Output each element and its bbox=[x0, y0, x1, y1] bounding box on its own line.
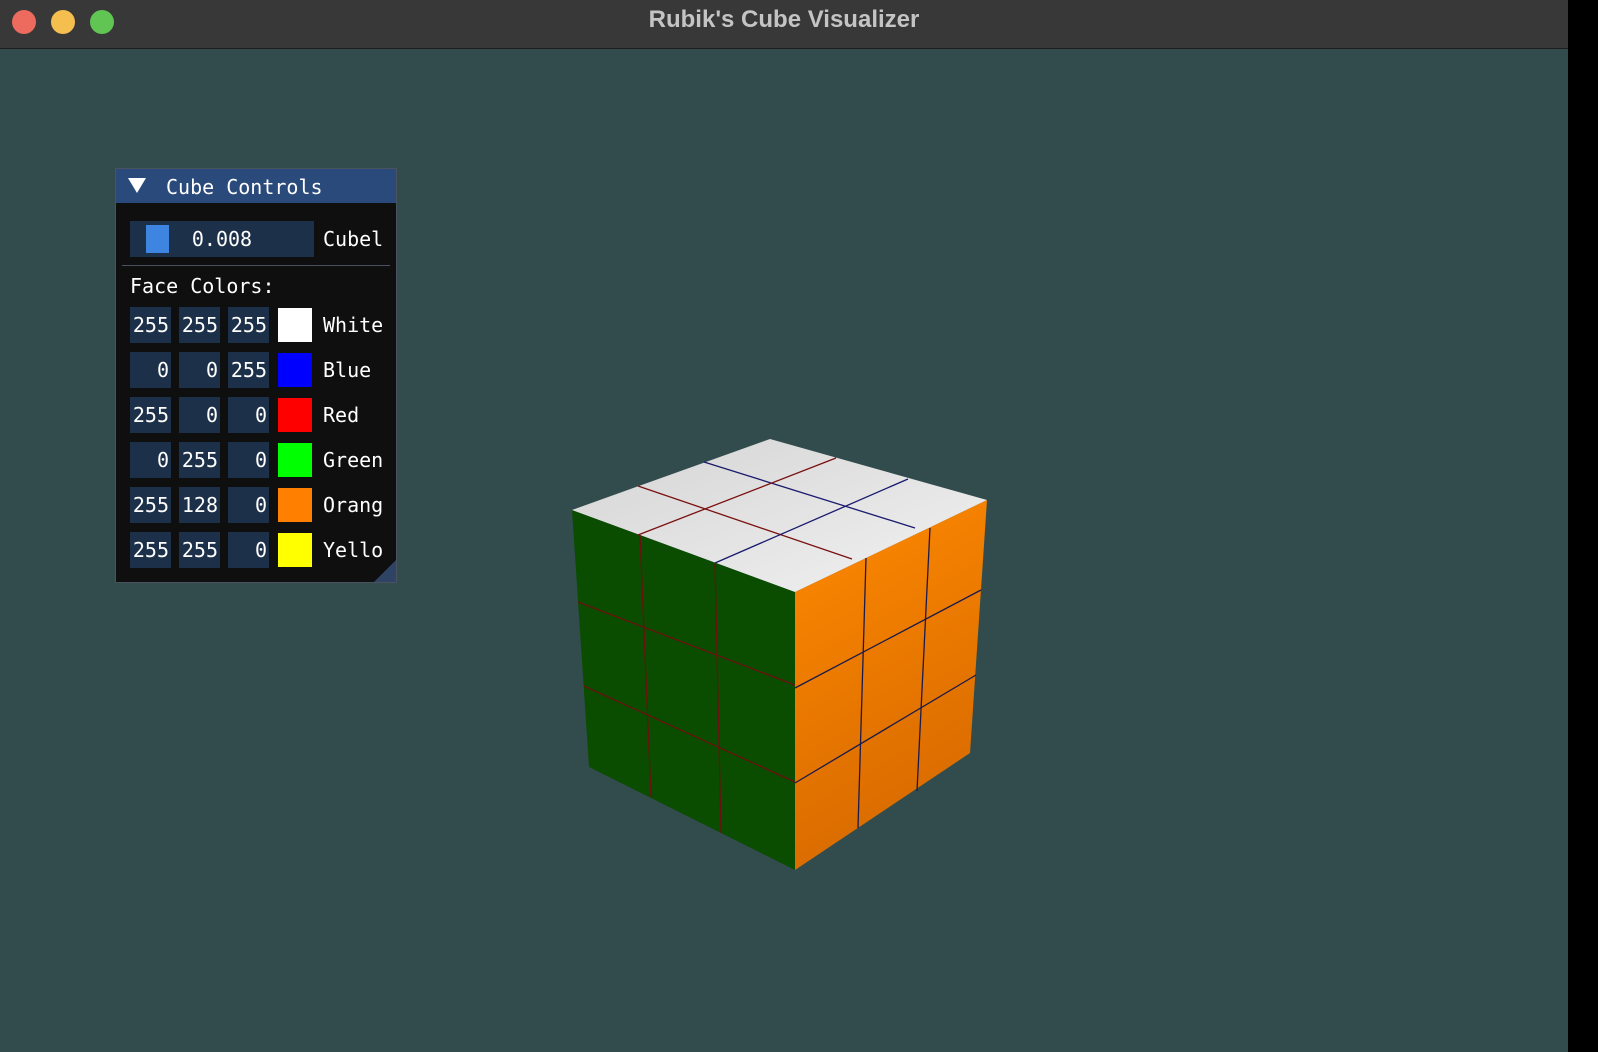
r-input[interactable]: 0 bbox=[130, 442, 171, 478]
resize-grip-icon[interactable] bbox=[374, 560, 396, 582]
r-input[interactable]: 255 bbox=[130, 307, 171, 343]
g-input[interactable]: 0 bbox=[179, 352, 220, 388]
r-input[interactable]: 255 bbox=[130, 532, 171, 568]
g-input[interactable]: 255 bbox=[179, 307, 220, 343]
panel-header[interactable]: Cube Controls bbox=[116, 169, 396, 203]
cube-controls-panel: Cube Controls 0.008 Cubel Face Colors: 2… bbox=[115, 168, 397, 583]
b-input[interactable]: 0 bbox=[228, 532, 269, 568]
app-window: Rubik's Cube Visualizer Cube Controls 0.… bbox=[0, 0, 1568, 1052]
color-swatch[interactable] bbox=[278, 443, 312, 477]
panel-title: Cube Controls bbox=[166, 175, 323, 199]
b-input[interactable]: 0 bbox=[228, 397, 269, 433]
color-name: Red bbox=[323, 403, 360, 427]
color-name: Green bbox=[323, 448, 384, 472]
slider-value: 0.008 bbox=[191, 227, 253, 251]
separator bbox=[122, 265, 390, 266]
g-input[interactable]: 255 bbox=[179, 532, 220, 568]
3d-viewport[interactable]: Cube Controls 0.008 Cubel Face Colors: 2… bbox=[0, 49, 1568, 1052]
g-input[interactable]: 128 bbox=[179, 487, 220, 523]
color-row-blue: 0 0 255 Blue bbox=[130, 352, 400, 388]
color-name: White bbox=[323, 313, 384, 337]
g-input[interactable]: 0 bbox=[179, 397, 220, 433]
color-swatch[interactable] bbox=[278, 398, 312, 432]
window-title: Rubik's Cube Visualizer bbox=[648, 6, 920, 33]
color-swatch[interactable] bbox=[278, 533, 312, 567]
r-input[interactable]: 255 bbox=[130, 487, 171, 523]
color-swatch[interactable] bbox=[278, 488, 312, 522]
title-bar: Rubik's Cube Visualizer bbox=[0, 0, 1568, 49]
color-row-yellow: 255 255 0 Yello bbox=[130, 532, 400, 568]
face-colors-heading: Face Colors: bbox=[130, 274, 275, 298]
slider-label: Cubel bbox=[323, 227, 384, 251]
b-input[interactable]: 255 bbox=[228, 352, 269, 388]
color-row-green: 0 255 0 Green bbox=[130, 442, 400, 478]
color-name: Orang bbox=[323, 493, 384, 517]
g-input[interactable]: 255 bbox=[179, 442, 220, 478]
b-input[interactable]: 0 bbox=[228, 442, 269, 478]
cubelet-gap-slider[interactable]: 0.008 bbox=[130, 221, 314, 257]
color-name: Blue bbox=[323, 358, 372, 382]
color-swatch[interactable] bbox=[278, 308, 312, 342]
color-row-orange: 255 128 0 Orang bbox=[130, 487, 400, 523]
color-row-white: 255 255 255 White bbox=[130, 307, 400, 343]
b-input[interactable]: 0 bbox=[228, 487, 269, 523]
color-row-red: 255 0 0 Red bbox=[130, 397, 400, 433]
r-input[interactable]: 255 bbox=[130, 397, 171, 433]
b-input[interactable]: 255 bbox=[228, 307, 269, 343]
r-input[interactable]: 0 bbox=[130, 352, 171, 388]
collapse-arrow-icon[interactable] bbox=[128, 178, 146, 193]
color-swatch[interactable] bbox=[278, 353, 312, 387]
